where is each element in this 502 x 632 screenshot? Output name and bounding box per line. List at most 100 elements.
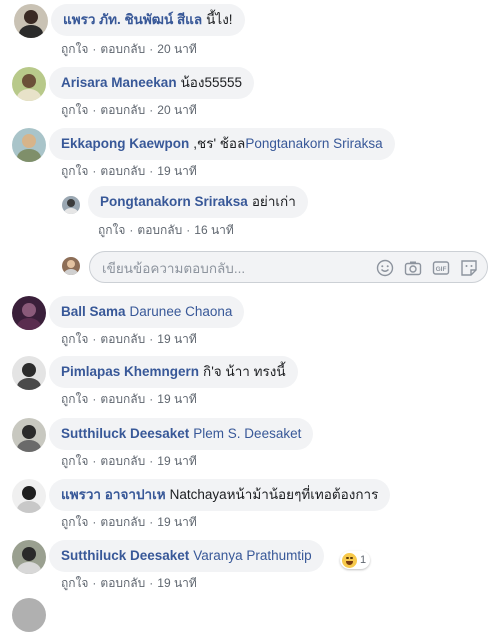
comment-bubble: Pimlapas Khemngern กิ'จ น้าา ทรงนี้ — [49, 356, 298, 388]
reply-link[interactable]: ตอบกลับ — [100, 164, 145, 178]
avatar[interactable] — [12, 128, 46, 162]
reply-link[interactable]: ตอบกลับ — [100, 332, 145, 346]
comment-time[interactable]: 19 นาที — [157, 576, 197, 590]
like-link[interactable]: ถูกใจ — [61, 576, 88, 590]
separator: · — [92, 103, 97, 117]
avatar[interactable] — [12, 418, 46, 452]
comment-time[interactable]: 19 นาที — [157, 392, 197, 406]
comment-author[interactable]: แพรว ภัท. ชินพัฒน์ สีแล — [63, 12, 202, 27]
comment-text: Darunee Chaona — [130, 304, 233, 319]
comment-time[interactable]: 19 นาที — [157, 454, 197, 468]
avatar[interactable] — [12, 479, 46, 513]
separator: · — [149, 332, 154, 346]
comment-text: อย่าเก่า — [251, 194, 296, 209]
mention-link[interactable]: Varanya Prathumtip — [193, 548, 311, 563]
like-link[interactable]: ถูกใจ — [61, 454, 88, 468]
comment-actions: ถูกใจ · ตอบกลับ · 20 นาที — [61, 101, 197, 120]
avatar[interactable] — [62, 196, 80, 214]
comment-author[interactable]: Ball Sama — [61, 304, 126, 319]
comment-actions: ถูกใจ · ตอบกลับ · 19 นาที — [61, 513, 197, 532]
comment-bubble: Sutthiluck Deesaket Plem S. Deesaket — [49, 418, 314, 450]
comment-bubble: Ball Sama Darunee Chaona — [49, 296, 245, 328]
avatar[interactable] — [12, 540, 46, 574]
like-link[interactable]: ถูกใจ — [61, 332, 88, 346]
like-link[interactable]: ถูกใจ — [61, 392, 88, 406]
comment-actions: ถูกใจ · ตอบกลับ · 19 นาที — [61, 452, 197, 471]
separator: · — [149, 576, 154, 590]
reply-link[interactable]: ตอบกลับ — [100, 515, 145, 529]
comment-author[interactable]: Pimlapas Khemngern — [61, 364, 199, 379]
comment-author[interactable]: Sutthiluck Deesaket — [61, 548, 189, 563]
comment-actions: ถูกใจ · ตอบกลับ · 19 นาที — [61, 330, 197, 349]
reply-link[interactable]: ตอบกลับ — [137, 223, 182, 237]
separator: · — [92, 332, 97, 346]
separator: · — [92, 454, 97, 468]
mention-link[interactable]: Pongtanakorn Sriraksa — [245, 136, 382, 151]
comment-text: Varanya Prathumtip — [193, 548, 311, 563]
comment-bubble: แพรวา อาจาปาเห Natchayaหน้าม้าน้อยๆที่เทอ… — [49, 479, 391, 511]
comment-text: นี้ไง! — [206, 12, 233, 27]
avatar[interactable] — [12, 598, 46, 632]
comment-bubble: Arisara Maneekan น้อง55555 — [49, 67, 255, 99]
comment-text: ,ชร' ช้อลPongtanakorn Sriraksa — [193, 136, 382, 151]
comment-author[interactable]: Ekkapong Kaewpon — [61, 136, 189, 151]
separator: · — [149, 164, 154, 178]
reply-link[interactable]: ตอบกลับ — [100, 392, 145, 406]
comment-author[interactable]: Pongtanakorn Sriraksa — [100, 194, 248, 209]
reaction-badge[interactable]: 1 — [340, 551, 371, 569]
separator: · — [186, 223, 191, 237]
svg-text:GIF: GIF — [436, 266, 447, 273]
like-link[interactable]: ถูกใจ — [61, 164, 88, 178]
mention-link[interactable]: Darunee Chaona — [130, 304, 233, 319]
sticker-icon[interactable] — [460, 259, 478, 277]
avatar[interactable] — [14, 4, 48, 38]
separator: · — [92, 515, 97, 529]
comment-text: Plem S. Deesaket — [193, 426, 301, 441]
current-user-avatar — [62, 257, 80, 275]
comment-actions: ถูกใจ · ตอบกลับ · 19 นาที — [61, 162, 197, 181]
comment-time[interactable]: 20 นาที — [157, 103, 197, 117]
comment-actions: ถูกใจ · ตอบกลับ · 20 นาที — [61, 40, 197, 59]
haha-emoji-icon — [342, 552, 357, 568]
emoji-icon[interactable] — [376, 259, 394, 277]
comment-actions: ถูกใจ · ตอบกลับ · 19 นาที — [61, 390, 197, 409]
comment-text: Natchayaหน้าม้าน้อยๆที่เทอต้องการ — [169, 487, 379, 502]
reply-link[interactable]: ตอบกลับ — [100, 576, 145, 590]
reply-composer[interactable]: GIF — [89, 251, 488, 284]
reply-link[interactable]: ตอบกลับ — [100, 42, 145, 56]
comment-text: น้อง55555 — [180, 75, 243, 90]
like-link[interactable]: ถูกใจ — [61, 515, 88, 529]
reply-link[interactable]: ตอบกลับ — [100, 103, 145, 117]
like-link[interactable]: ถูกใจ — [61, 42, 88, 56]
camera-icon[interactable] — [404, 259, 422, 277]
comment-time[interactable]: 19 นาที — [157, 164, 197, 178]
comment-actions: ถูกใจ · ตอบกลับ · 16 นาที — [98, 221, 234, 240]
avatar[interactable] — [12, 356, 46, 390]
avatar[interactable] — [12, 296, 46, 330]
comment-author[interactable]: Arisara Maneekan — [61, 75, 177, 90]
avatar[interactable] — [12, 67, 46, 101]
comment-text-body: ,ชร' ช้อล — [193, 136, 246, 151]
reply-link[interactable]: ตอบกลับ — [100, 454, 145, 468]
comment-author[interactable]: แพรวา อาจาปาเห — [61, 487, 166, 502]
comment-author[interactable]: Sutthiluck Deesaket — [61, 426, 189, 441]
comment-bubble: แพรว ภัท. ชินพัฒน์ สีแล นี้ไง! — [51, 4, 245, 36]
reply-input[interactable] — [100, 252, 374, 284]
comment-bubble: Pongtanakorn Sriraksa อย่าเก่า — [88, 186, 308, 218]
separator: · — [92, 164, 97, 178]
separator: · — [149, 392, 154, 406]
comment-text: กิ'จ น้าา ทรงนี้ — [203, 364, 286, 379]
mention-link[interactable]: Plem S. Deesaket — [193, 426, 301, 441]
separator: · — [149, 454, 154, 468]
comment-time[interactable]: 19 นาที — [157, 332, 197, 346]
like-link[interactable]: ถูกใจ — [98, 223, 125, 237]
comment-time[interactable]: 19 นาที — [157, 515, 197, 529]
separator: · — [149, 515, 154, 529]
separator: · — [149, 103, 154, 117]
gif-icon[interactable]: GIF — [432, 259, 450, 277]
reaction-count: 1 — [360, 554, 367, 566]
comment-time[interactable]: 16 นาที — [194, 223, 234, 237]
comment-time[interactable]: 20 นาที — [157, 42, 197, 56]
comment-bubble: Sutthiluck Deesaket Varanya Prathumtip — [49, 540, 324, 572]
like-link[interactable]: ถูกใจ — [61, 103, 88, 117]
